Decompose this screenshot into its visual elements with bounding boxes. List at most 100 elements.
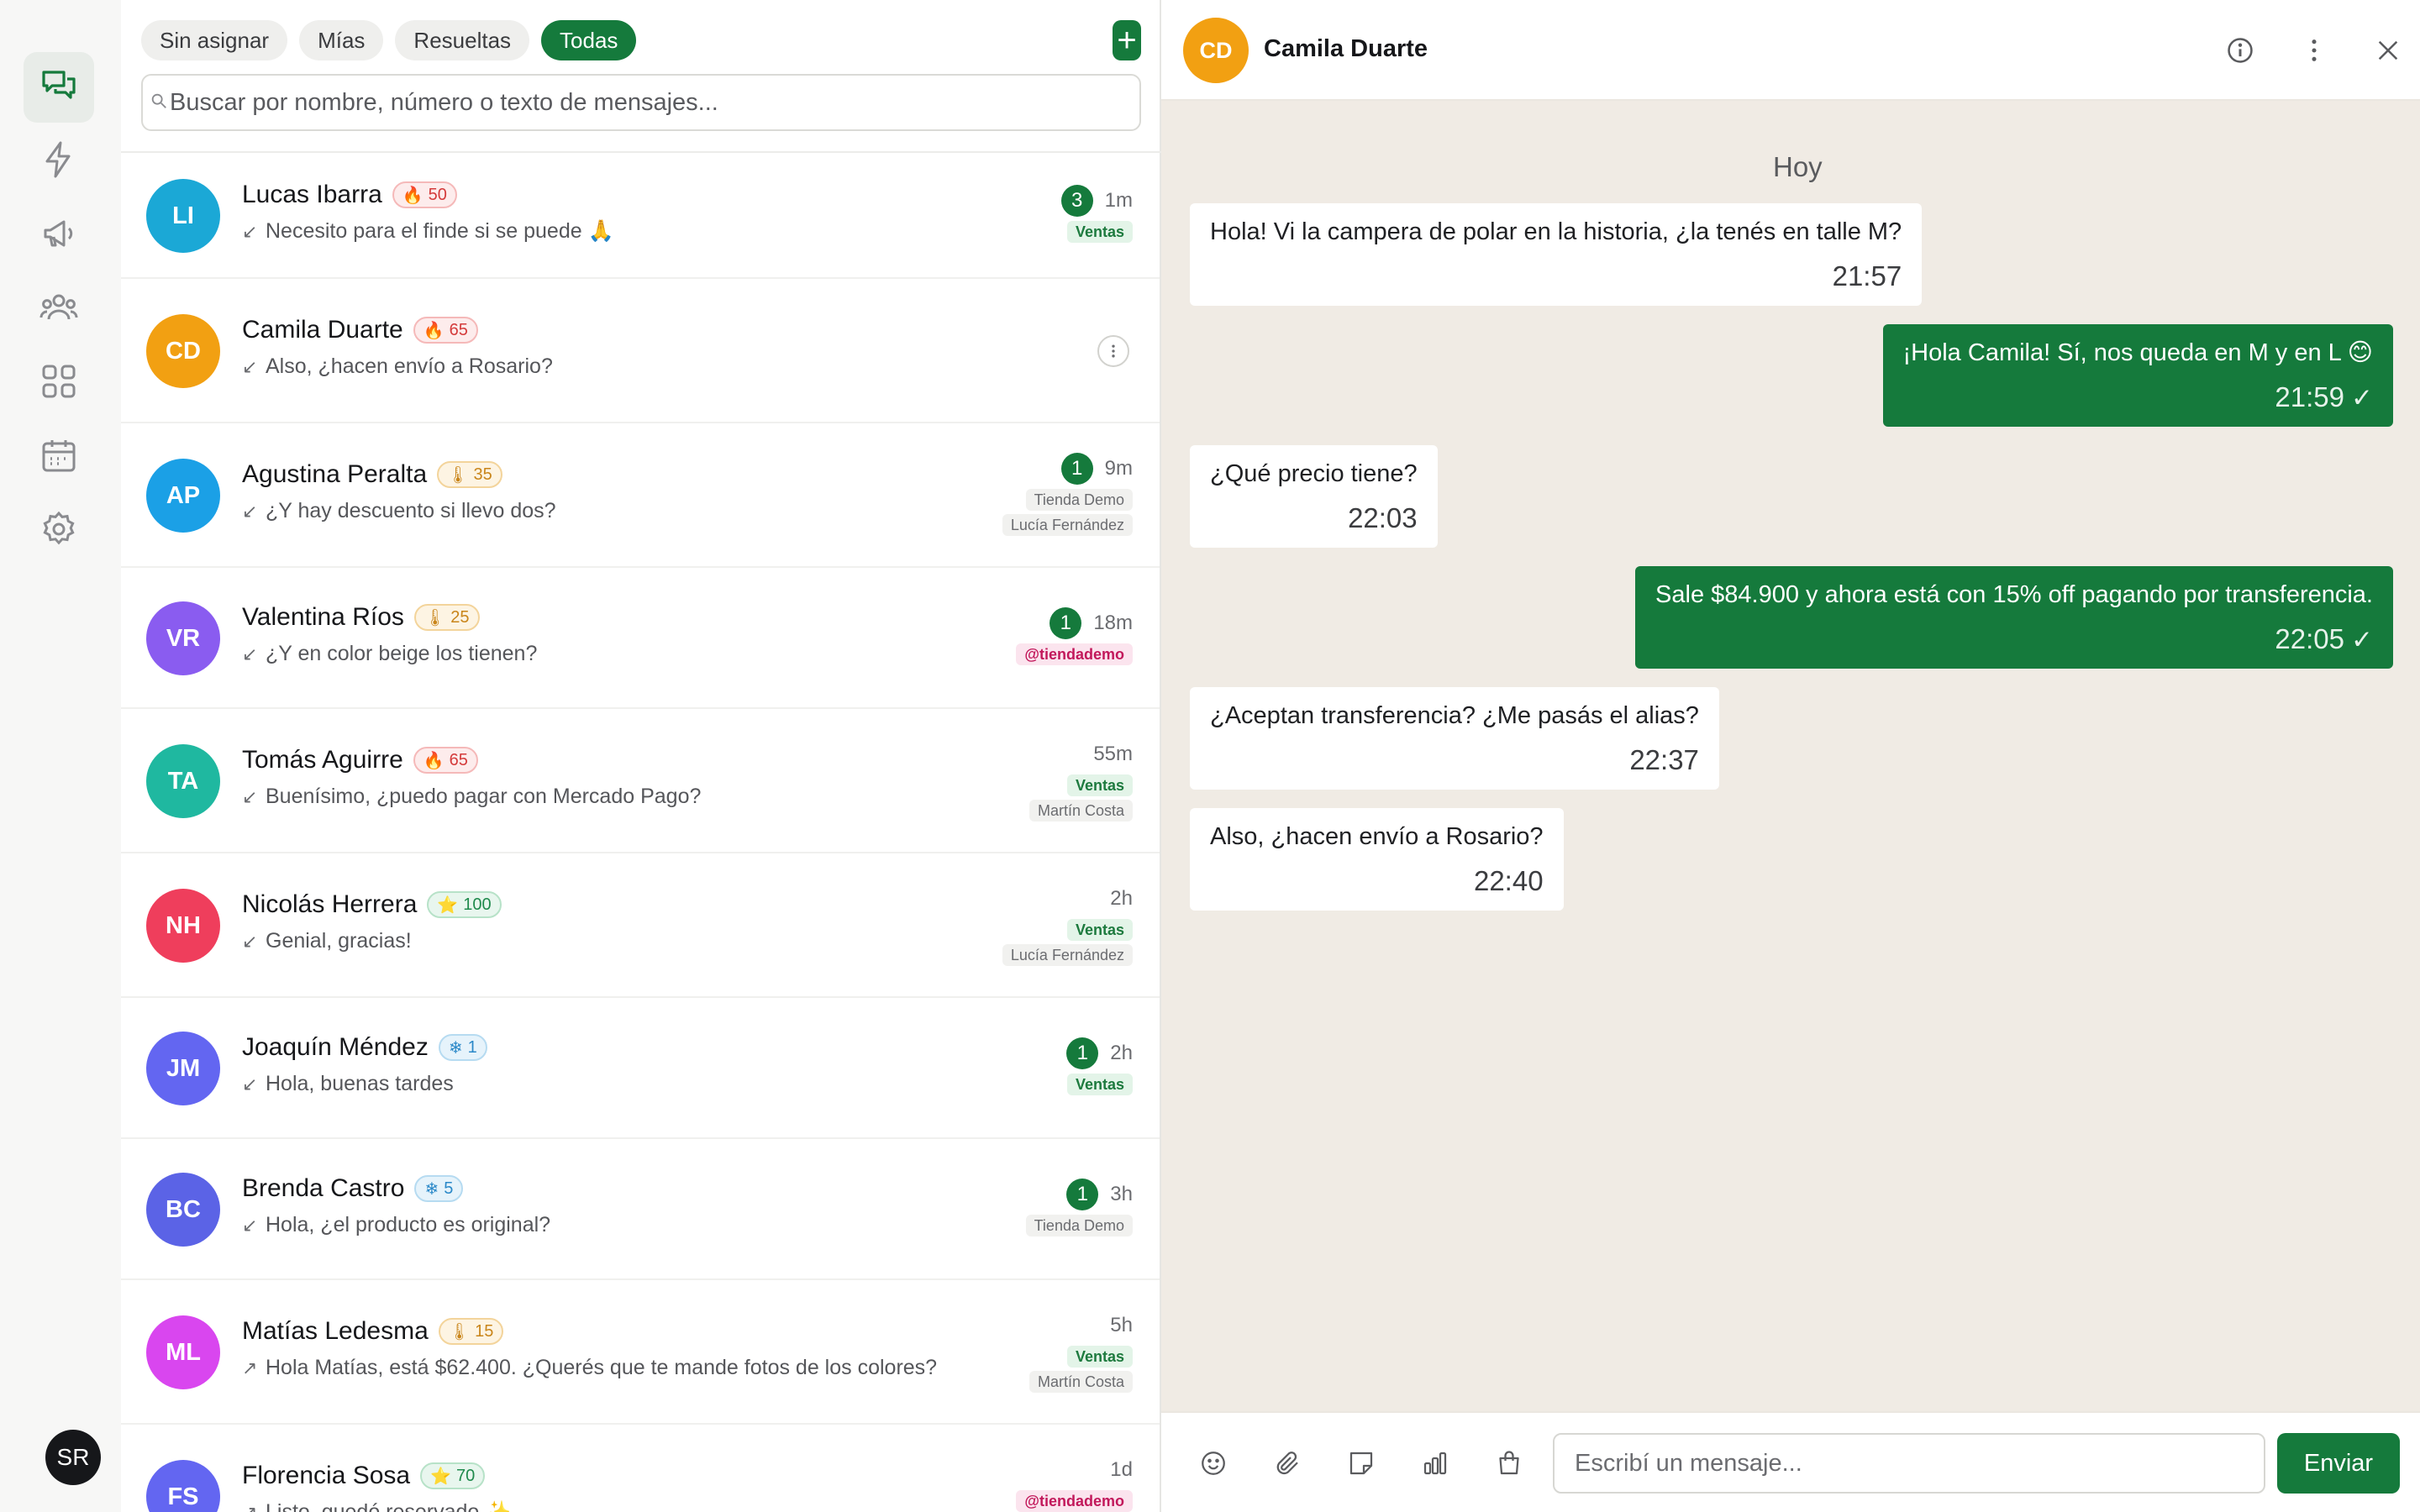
plus-icon: + <box>1117 22 1137 59</box>
fire-icon: 🔥 <box>423 321 445 340</box>
conversation-row[interactable]: CD Camila Duarte 🔥 65 ↙ Also, ¿hacen envío a … <box>121 279 1160 423</box>
conversation-row[interactable]: NH Nicolás Herrera ⭐ 100 ↙ Genial, gracias! 2h… <box>121 853 1160 998</box>
info-icon[interactable] <box>2222 32 2259 69</box>
conversation-meta: 1 9m Tienda Demo Lucía Fernández <box>1002 452 1133 536</box>
paperclip-icon[interactable] <box>1269 1445 1306 1482</box>
message-time: 22:05 ✓ <box>2275 623 2373 655</box>
conversation-row[interactable]: BC Brenda Castro ❄ 5 ↙ Hola, ¿el producto es … <box>121 1139 1160 1280</box>
filter-all[interactable]: Todas <box>541 20 637 60</box>
fire-icon: 🔥 <box>423 751 445 770</box>
incoming-arrow-icon: ↙ <box>242 643 258 664</box>
conversation-row[interactable]: TA Tomás Aguirre 🔥 65 ↙ Buenísimo, ¿puedo pag… <box>121 709 1160 853</box>
contact-name: Valentina Ríos <box>242 603 404 631</box>
message-bubble-outgoing: Sale $84.900 y ahora está con 15% off pa… <box>1635 566 2393 669</box>
lead-score-badge: 🔥 50 <box>392 181 457 208</box>
send-button[interactable]: Enviar <box>2277 1433 2400 1494</box>
nav-item-settings[interactable] <box>24 496 94 566</box>
conversation-row[interactable]: LI Lucas Ibarra 🔥 50 ↙ Necesito para el finde… <box>121 153 1160 279</box>
inbox-tag: Ventas <box>1066 1346 1133 1368</box>
last-activity-time: 5h <box>1110 1314 1133 1336</box>
lead-score-value: 25 <box>450 607 470 627</box>
fire-icon: 🔥 <box>402 186 424 205</box>
contact-name-line: Agustina Peralta 🌡 35 <box>242 460 502 489</box>
message-text: Also, ¿hacen envío a Rosario? <box>1210 823 1544 850</box>
filter-chips: Sin asignar Mías Resueltas Todas <box>141 20 637 60</box>
last-message-preview: ↗ Listo, quedó reservado ✨ <box>242 1500 511 1512</box>
unread-count-badge: 1 <box>1050 607 1082 639</box>
conversation-list: LI Lucas Ibarra 🔥 50 ↙ Necesito para el finde… <box>121 153 1160 1512</box>
more-vertical-icon[interactable] <box>2296 32 2333 69</box>
inbox-tag: Ventas <box>1066 1074 1133 1095</box>
new-conversation-button[interactable]: + <box>1113 20 1141 60</box>
incoming-arrow-icon: ↙ <box>242 1214 258 1236</box>
meta-top-line: 1 18m <box>1050 606 1133 640</box>
app-root: SR Sin asignar Mías Resueltas Todas + LI… <box>0 0 2420 1512</box>
emoji-icon[interactable] <box>1195 1445 1232 1482</box>
assignee-tag: Martín Costa <box>1028 800 1133 822</box>
message-time: 22:03 <box>1348 502 1418 534</box>
inbox-tag: Tienda Demo <box>1025 489 1133 511</box>
last-message-preview: ↙ ¿Y en color beige los tienen? <box>242 642 537 666</box>
lead-score-value: 65 <box>449 750 468 769</box>
message-time: 22:40 <box>1473 865 1544 897</box>
last-activity-time: 2h <box>1110 1042 1133 1064</box>
star-icon: ⭐ <box>430 1467 452 1486</box>
bar-chart-icon[interactable] <box>1417 1445 1454 1482</box>
message-composer: Enviar <box>1161 1411 2420 1512</box>
contact-name: Joaquín Méndez <box>242 1033 429 1061</box>
close-icon[interactable] <box>2370 32 2407 69</box>
contact-avatar: TA <box>146 744 220 818</box>
day-separator: Hoy <box>1756 146 1839 188</box>
nav-item-apps[interactable] <box>24 348 94 418</box>
conversation-row[interactable]: JM Joaquín Méndez ❄ 1 ↙ Hola, buenas tardes 1 2… <box>121 998 1160 1139</box>
lead-score-value: 100 <box>463 895 492 914</box>
message-time: 21:59 ✓ <box>2275 381 2373 413</box>
preview-text: Necesito para el finde si se puede 🙏 <box>266 219 614 243</box>
calendar-icon <box>39 435 79 480</box>
nav-item-contacts[interactable] <box>24 274 94 344</box>
message-text: ¿Aceptan transferencia? ¿Me pasás el ali… <box>1210 702 1699 729</box>
filter-unassigned[interactable]: Sin asignar <box>141 20 288 60</box>
meta-top-line: 1d <box>1110 1453 1133 1487</box>
channel-tag: @tiendademo <box>1016 643 1133 665</box>
lead-score-value: 35 <box>473 465 492 484</box>
incoming-arrow-icon: ↙ <box>242 500 258 522</box>
lead-score-value: 15 <box>475 1321 494 1341</box>
users-icon <box>39 287 79 332</box>
search-input[interactable] <box>170 88 1128 117</box>
conversation-row[interactable]: FS Florencia Sosa ⭐ 70 ↗ Listo, quedó reserva… <box>121 1425 1160 1512</box>
message-time: 21:57 <box>1832 260 1902 292</box>
message-input[interactable] <box>1553 1433 2265 1494</box>
filter-mine[interactable]: Mías <box>299 20 384 60</box>
lead-score-badge: 🔥 65 <box>413 317 478 344</box>
contact-name-line: Joaquín Méndez ❄ 1 <box>242 1033 487 1062</box>
conversation-row[interactable]: AP Agustina Peralta 🌡 35 ↙ ¿Y hay descuento s… <box>121 423 1160 568</box>
conversation-meta: 1 2h Ventas <box>1066 1037 1133 1095</box>
conversation-row[interactable]: ML Matías Ledesma 🌡 15 ↗ Hola Matías, está $6… <box>121 1280 1160 1425</box>
lead-score-badge: 🌡 15 <box>438 1318 504 1345</box>
nav-item-conversations[interactable] <box>24 52 94 123</box>
lead-score-badge: 🌡 35 <box>437 461 502 488</box>
nav-item-campaigns[interactable] <box>24 200 94 270</box>
contact-name-line: Tomás Aguirre 🔥 65 <box>242 746 478 774</box>
sticky-note-icon[interactable] <box>1343 1445 1380 1482</box>
conversation-row[interactable]: VR Valentina Ríos 🌡 25 ↙ ¿Y en color beige lo… <box>121 568 1160 709</box>
user-avatar[interactable]: SR <box>45 1430 101 1485</box>
channel-tag: @tiendademo <box>1016 1490 1133 1512</box>
contact-avatar[interactable]: CD <box>1183 18 1249 83</box>
contact-avatar: ML <box>146 1315 220 1389</box>
message-text: Hola! Vi la campera de polar en la histo… <box>1210 218 1902 245</box>
shopping-bag-icon[interactable] <box>1491 1445 1528 1482</box>
nav-item-automations[interactable] <box>24 126 94 197</box>
preview-text: ¿Y en color beige los tienen? <box>266 642 538 665</box>
inbox-tag: Ventas <box>1066 221 1133 243</box>
filter-resolved[interactable]: Resueltas <box>395 20 530 60</box>
nav-item-calendar[interactable] <box>24 422 94 492</box>
contact-name-line: Valentina Ríos 🌡 25 <box>242 603 480 632</box>
contact-avatar: LI <box>146 179 220 253</box>
contact-name: Nicolás Herrera <box>242 890 418 918</box>
apps-grid-icon <box>39 361 79 406</box>
unread-count-badge: 1 <box>1060 453 1093 485</box>
contact-name[interactable]: Camila Duarte <box>1264 35 1428 63</box>
row-more-icon[interactable] <box>1097 335 1129 367</box>
